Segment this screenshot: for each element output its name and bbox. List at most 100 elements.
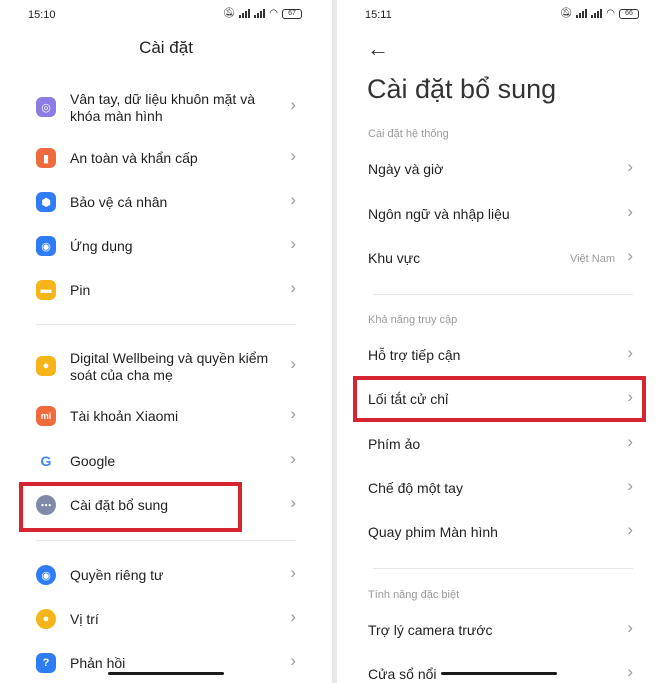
divider [36, 540, 296, 541]
settings-item-battery[interactable]: ▬ Pin › [0, 269, 332, 311]
chevron-right-icon: › [290, 234, 296, 253]
settings-screen: 15:10 🔕︎ ◠ 67 Cài đặt ◎ Vân tay, dữ liệu… [0, 0, 332, 683]
status-icons: 🔕︎ ◠ 66 [560, 8, 639, 19]
home-indicator[interactable] [441, 672, 557, 675]
silent-icon: 🔕︎ [559, 8, 573, 19]
settings-item-label: Hỗ trợ tiếp cận [368, 347, 461, 363]
settings-item-region[interactable]: Khu vực Việt Nam › [337, 237, 669, 279]
settings-item-label: Quyền riêng tư [70, 567, 164, 583]
silent-icon: 🔕︎ [222, 8, 236, 19]
settings-item-label: Quay phim Màn hình [368, 524, 498, 540]
chevron-right-icon: › [290, 146, 296, 165]
status-time: 15:11 [365, 9, 392, 21]
settings-item-label: Tài khoản Xiaomi [70, 408, 179, 424]
settings-item-privacy[interactable]: ◉ Quyền riêng tư › [0, 554, 332, 596]
settings-item-label: Ngày và giờ [368, 161, 444, 177]
chevron-right-icon: › [290, 190, 296, 209]
chevron-right-icon: › [290, 278, 296, 297]
settings-item-accessibility[interactable]: Hỗ trợ tiếp cận › [337, 334, 669, 376]
settings-item-label: Ngôn ngữ và nhập liệu [368, 206, 510, 222]
settings-item-one-handed-mode[interactable]: Chế độ một tay › [337, 467, 669, 509]
settings-item-digital-wellbeing[interactable]: ● Digital Wellbeing và quyền kiểm soát c… [0, 345, 332, 387]
signal-icon [254, 9, 266, 18]
battery-indicator: 67 [282, 8, 302, 19]
chevron-right-icon: › [290, 651, 296, 670]
back-arrow-icon[interactable]: ← [367, 36, 389, 62]
feedback-icon: ? [36, 653, 56, 673]
google-icon: G [36, 451, 56, 471]
page-title: Cài đặt [139, 38, 193, 57]
shield-icon: ⬢ [36, 192, 56, 212]
settings-item-privacy-protection[interactable]: ⬢ Bảo vệ cá nhân › [0, 181, 332, 223]
wifi-icon: ◠ [269, 8, 278, 19]
settings-item-screen-recorder[interactable]: Quay phim Màn hình › [337, 511, 669, 553]
status-icons: 🔕︎ ◠ 67 [223, 8, 302, 19]
chevron-right-icon: › [290, 563, 296, 582]
status-bar: 15:10 🔕︎ ◠ 67 [0, 0, 332, 30]
settings-item-label: Pin [70, 282, 91, 298]
settings-item-label: Chế độ một tay [368, 480, 463, 496]
section-header-accessibility: Khả năng truy cập [368, 314, 458, 326]
fingerprint-icon: ◎ [36, 97, 56, 117]
settings-item-virtual-keys[interactable]: Phím ảo › [337, 423, 669, 465]
chevron-right-icon: › [290, 449, 296, 468]
settings-item-front-camera-assistant[interactable]: Trợ lý camera trước › [337, 609, 669, 651]
home-indicator[interactable] [108, 672, 224, 675]
chevron-right-icon: › [627, 618, 633, 637]
settings-item-label: Google [70, 453, 116, 469]
settings-item-safety[interactable]: ▮ An toàn và khẩn cấp › [0, 137, 332, 179]
chevron-right-icon: › [627, 432, 633, 451]
status-bar: 15:11 🔕︎ ◠ 66 [337, 0, 669, 30]
chevron-right-icon: › [290, 95, 296, 114]
settings-item-xiaomi-account[interactable]: mi Tài khoản Xiaomi › [0, 395, 332, 437]
settings-item-fingerprint[interactable]: ◎ Vân tay, dữ liệu khuôn mặt và khóa màn… [0, 86, 332, 128]
status-time: 15:10 [28, 9, 56, 21]
settings-item-apps[interactable]: ◉ Ứng dụng › [0, 225, 332, 267]
section-header-special-features: Tính năng đặc biệt [368, 589, 460, 601]
xiaomi-icon: mi [36, 406, 56, 426]
highlight-box [19, 482, 242, 532]
settings-item-label: An toàn và khẩn cấp [70, 150, 198, 166]
chevron-right-icon: › [290, 354, 296, 373]
page-title: Cài đặt bổ sung [367, 74, 557, 104]
additional-settings-screen: 15:11 🔕︎ ◠ 66 ← Cài đặt bổ sung Cài đặt … [337, 0, 669, 683]
settings-item-label: Ứng dụng [70, 238, 133, 254]
signal-icon [591, 9, 603, 18]
apps-icon: ◉ [36, 236, 56, 256]
chevron-right-icon: › [290, 607, 296, 626]
chevron-right-icon: › [627, 202, 633, 221]
settings-item-label: Phản hồi [70, 655, 126, 671]
settings-item-language-input[interactable]: Ngôn ngữ và nhập liệu › [337, 193, 669, 235]
chevron-right-icon: › [627, 662, 633, 681]
signal-icon [239, 9, 251, 18]
region-value: Việt Nam [569, 253, 615, 265]
battery-indicator: 66 [619, 8, 639, 19]
settings-item-google[interactable]: G Google › [0, 440, 332, 482]
eye-icon: ◉ [36, 565, 56, 585]
signal-icon [576, 9, 588, 18]
chevron-right-icon: › [627, 157, 633, 176]
highlight-box [353, 376, 646, 422]
settings-item-date-time[interactable]: Ngày và giờ › [337, 148, 669, 190]
section-header-system: Cài đặt hệ thống [368, 128, 449, 140]
wellbeing-icon: ● [36, 356, 56, 376]
chevron-right-icon: › [627, 476, 633, 495]
chevron-right-icon: › [627, 520, 633, 539]
settings-item-label: Trợ lý camera trước [368, 622, 493, 638]
settings-item-label: Digital Wellbeing và quyền kiểm soát của… [70, 350, 269, 383]
battery-icon: ▬ [36, 280, 56, 300]
settings-item-label: Phím ảo [368, 436, 421, 452]
chevron-right-icon: › [290, 493, 296, 512]
divider [373, 568, 633, 569]
divider [36, 324, 296, 325]
settings-item-label: Bảo vệ cá nhân [70, 194, 168, 210]
chevron-right-icon: › [290, 404, 296, 423]
settings-item-location[interactable]: ● Vị trí › [0, 598, 332, 640]
location-icon: ● [36, 609, 56, 629]
settings-item-label: Vân tay, dữ liệu khuôn mặt và khóa màn h… [70, 91, 255, 124]
emergency-icon: ▮ [36, 148, 56, 168]
settings-item-label: Vị trí [70, 611, 99, 627]
settings-item-floating-windows[interactable]: Cửa sổ nổi › [337, 653, 669, 683]
settings-item-feedback[interactable]: ? Phản hồi › [0, 642, 332, 683]
wifi-icon: ◠ [606, 8, 615, 19]
